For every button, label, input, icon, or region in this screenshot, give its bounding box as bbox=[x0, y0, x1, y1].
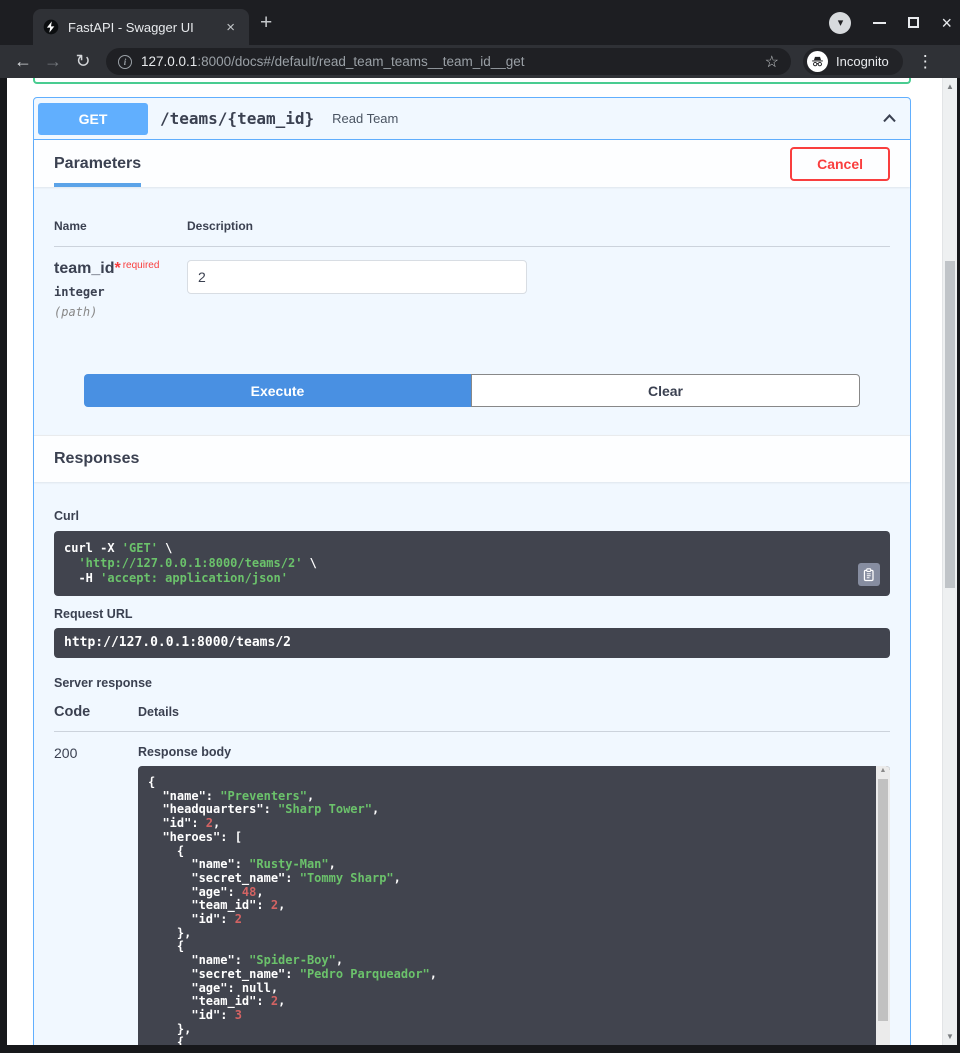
column-header-details: Details bbox=[138, 705, 179, 719]
window-close-button[interactable]: × bbox=[941, 14, 952, 32]
request-url-label: Request URL bbox=[54, 607, 890, 621]
collapse-chevron-icon[interactable] bbox=[881, 110, 898, 127]
column-header-code: Code bbox=[54, 704, 138, 720]
page-scrollbar-thumb[interactable] bbox=[945, 261, 955, 588]
clear-button[interactable]: Clear bbox=[471, 374, 860, 407]
response-body-label: Response body bbox=[138, 745, 890, 759]
url-host: 127.0.0.1 bbox=[141, 54, 197, 69]
cancel-button[interactable]: Cancel bbox=[790, 147, 890, 181]
parameter-row: team_id*required integer (path) bbox=[54, 247, 890, 319]
incognito-label: Incognito bbox=[836, 54, 889, 69]
url-text: 127.0.0.1:8000/docs#/default/read_team_t… bbox=[141, 54, 765, 69]
back-button-icon[interactable]: ← bbox=[8, 51, 38, 72]
tab-search-button[interactable]: ▾ bbox=[829, 12, 851, 34]
browser-tab[interactable]: FastAPI - Swagger UI × bbox=[33, 9, 249, 45]
parameter-type: integer bbox=[54, 285, 187, 299]
copy-to-clipboard-button[interactable] bbox=[858, 563, 880, 586]
parameters-section: Name Description team_id*required intege… bbox=[34, 187, 910, 407]
page-scrollbar[interactable]: ▲ ▼ bbox=[942, 78, 957, 1045]
browser-menu-icon[interactable]: ⋮ bbox=[917, 52, 934, 72]
parameter-name: team_id bbox=[54, 260, 114, 277]
required-label: required bbox=[123, 260, 160, 271]
execute-button[interactable]: Execute bbox=[84, 374, 471, 407]
browser-toolbar: ← → ↻ i 127.0.0.1:8000/docs#/default/rea… bbox=[0, 45, 960, 78]
window-maximize-button[interactable] bbox=[908, 17, 919, 28]
curl-command-block: curl -X 'GET' \ 'http://127.0.0.1:8000/t… bbox=[54, 531, 890, 596]
site-info-icon[interactable]: i bbox=[118, 55, 132, 69]
fastapi-favicon-icon bbox=[43, 19, 59, 35]
opblock-summary[interactable]: GET /teams/{team_id} Read Team bbox=[34, 98, 910, 140]
parameter-location: (path) bbox=[54, 305, 187, 319]
team-id-input[interactable] bbox=[187, 260, 527, 294]
server-response-label: Server response bbox=[54, 676, 890, 690]
clipboard-icon bbox=[863, 568, 876, 582]
new-tab-button[interactable]: + bbox=[260, 12, 272, 33]
scroll-up-arrow-icon[interactable]: ▲ bbox=[876, 767, 890, 774]
incognito-badge: Incognito bbox=[803, 48, 903, 75]
swagger-page: GET /teams/{team_id} Read Team Parameter… bbox=[7, 78, 957, 1045]
curl-label: Curl bbox=[54, 509, 890, 523]
endpoint-summary: Read Team bbox=[332, 111, 881, 126]
request-url-value: http://127.0.0.1:8000/teams/2 bbox=[54, 628, 890, 658]
opblock-get-read-team: GET /teams/{team_id} Read Team Parameter… bbox=[33, 97, 911, 1045]
bookmark-star-icon[interactable]: ☆ bbox=[765, 52, 779, 72]
responses-header-row: Responses bbox=[34, 435, 910, 482]
response-body-scrollbar[interactable]: ▲ bbox=[876, 766, 890, 1045]
server-response-row: 200 Response body { "name": "Preventers"… bbox=[54, 732, 890, 1045]
page-scroll-down-icon[interactable]: ▼ bbox=[943, 1032, 957, 1041]
forward-button-icon[interactable]: → bbox=[38, 51, 68, 72]
http-method-badge: GET bbox=[38, 103, 148, 135]
response-body-json: { "name": "Preventers", "headquarters": … bbox=[148, 776, 866, 1045]
parameters-header-row: Parameters Cancel bbox=[34, 140, 910, 187]
column-header-name: Name bbox=[54, 219, 187, 233]
url-bar[interactable]: i 127.0.0.1:8000/docs#/default/read_team… bbox=[106, 48, 791, 75]
required-asterisk: * bbox=[114, 260, 120, 277]
endpoint-path: /teams/{team_id} bbox=[160, 109, 314, 128]
incognito-icon bbox=[807, 51, 828, 72]
tab-close-icon[interactable]: × bbox=[222, 20, 239, 35]
tab-parameters[interactable]: Parameters bbox=[54, 140, 141, 187]
response-scrollbar-thumb[interactable] bbox=[878, 779, 888, 1021]
window-minimize-button[interactable] bbox=[873, 22, 886, 24]
url-path: :8000/docs#/default/read_team_teams__tea… bbox=[197, 54, 524, 69]
curl-command-text: curl -X 'GET' \ 'http://127.0.0.1:8000/t… bbox=[64, 541, 880, 586]
responses-section: Curl curl -X 'GET' \ 'http://127.0.0.1:8… bbox=[34, 482, 910, 1045]
status-code: 200 bbox=[54, 745, 138, 1045]
responses-title: Responses bbox=[54, 450, 139, 468]
page-scroll-up-icon[interactable]: ▲ bbox=[943, 82, 957, 91]
column-header-description: Description bbox=[187, 219, 253, 233]
previous-opblock-partial bbox=[33, 78, 911, 84]
browser-titlebar: FastAPI - Swagger UI × + ▾ × bbox=[0, 0, 960, 45]
reload-button-icon[interactable]: ↻ bbox=[68, 51, 98, 72]
response-body-block: { "name": "Preventers", "headquarters": … bbox=[138, 766, 890, 1045]
tab-title: FastAPI - Swagger UI bbox=[68, 20, 222, 35]
